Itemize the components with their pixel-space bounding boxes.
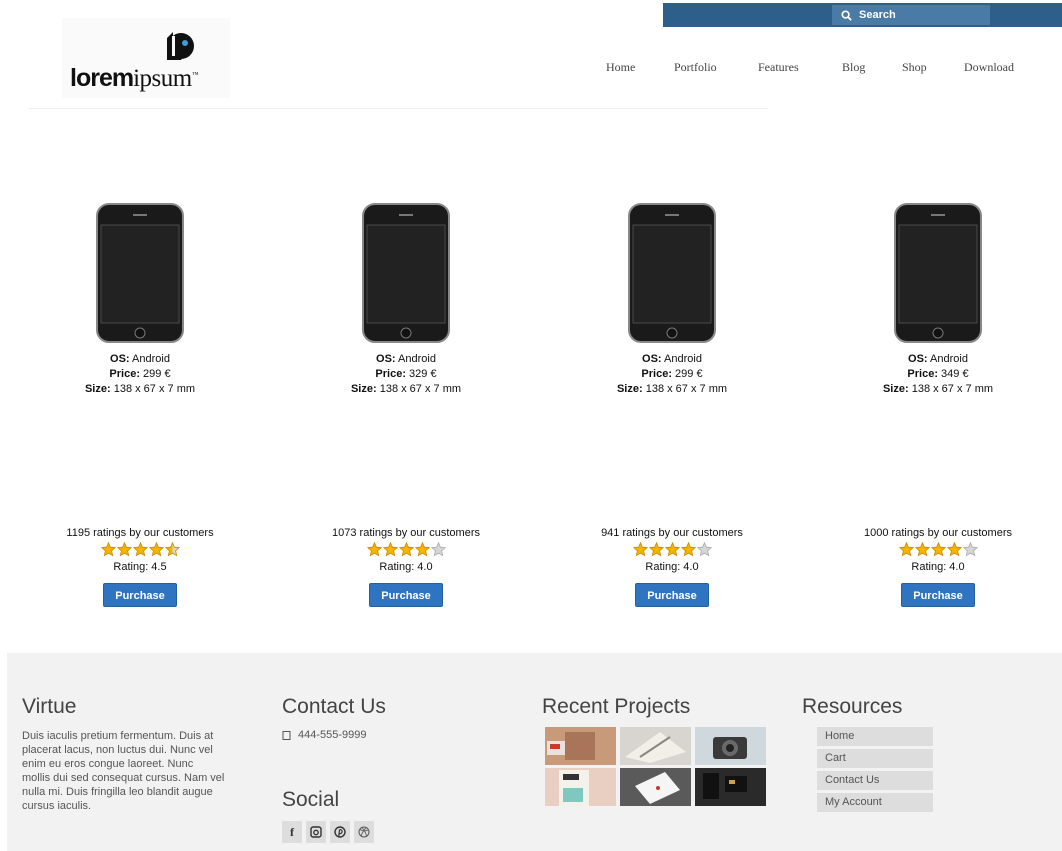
social-links: f [282, 821, 374, 843]
ratings-count: 1000 ratings by our customers [864, 527, 1012, 539]
project-thumbnail[interactable] [620, 727, 691, 765]
star-full-icon [946, 542, 962, 557]
ratings-count: 1073 ratings by our customers [332, 527, 480, 539]
star-rating [562, 542, 782, 557]
instagram-icon[interactable] [306, 821, 326, 843]
phone-image[interactable] [95, 203, 185, 343]
nav-blog[interactable]: Blog [842, 60, 865, 75]
project-thumbnail[interactable] [545, 727, 616, 765]
footer-virtue-title: Virtue [22, 695, 77, 718]
star-full-icon [116, 542, 132, 557]
product-specs: OS: Android Price: 329 € Size: 138 x 67 … [350, 353, 462, 395]
nav-home[interactable]: Home [606, 60, 635, 75]
footer-social-title: Social [282, 788, 340, 811]
rating-value: Rating: 4.5 [113, 561, 167, 573]
star-full-icon [898, 542, 914, 557]
star-full-icon [148, 542, 164, 557]
star-full-icon [664, 542, 680, 557]
resources-list: Home Cart Contact Us My Account [817, 727, 933, 815]
product-specs: OS: Android Price: 349 € Size: 138 x 67 … [882, 353, 994, 395]
star-full-icon [100, 542, 116, 557]
nav-portfolio[interactable]: Portfolio [674, 60, 717, 75]
star-half-icon [164, 542, 180, 557]
star-empty-icon [696, 542, 712, 557]
purchase-button[interactable]: Purchase [635, 583, 709, 607]
footer-resources-title: Resources [802, 695, 903, 718]
star-full-icon [632, 542, 648, 557]
contact-phone: 444-555-9999 [282, 729, 367, 741]
rating-value: Rating: 4.0 [645, 561, 699, 573]
star-full-icon [680, 542, 696, 557]
purchase-button[interactable]: Purchase [369, 583, 443, 607]
project-thumbnail[interactable] [620, 768, 691, 806]
product-rating: 941 ratings by our customers Rating: 4.0… [562, 527, 782, 607]
star-full-icon [930, 542, 946, 557]
main-nav: Home Portfolio Features Blog Shop Downlo… [0, 60, 1062, 76]
nav-features[interactable]: Features [758, 60, 799, 75]
star-full-icon [132, 542, 148, 557]
resource-link-contact[interactable]: Contact Us [817, 771, 933, 790]
footer-virtue-text: Duis iaculis pretium fermentum. Duis at … [22, 730, 225, 812]
rating-value: Rating: 4.0 [911, 561, 965, 573]
pinterest-icon[interactable] [330, 821, 350, 843]
header-divider [28, 108, 768, 109]
nav-shop[interactable]: Shop [902, 60, 927, 75]
star-rating [296, 542, 516, 557]
star-full-icon [382, 542, 398, 557]
facebook-icon[interactable]: f [282, 821, 302, 843]
purchase-button[interactable]: Purchase [103, 583, 177, 607]
footer-projects-title: Recent Projects [542, 695, 691, 718]
site-logo[interactable]: loremipsum™ [62, 18, 230, 98]
dribbble-icon[interactable] [354, 821, 374, 843]
search-icon [841, 9, 852, 21]
star-full-icon [398, 542, 414, 557]
phone-image[interactable] [893, 203, 983, 343]
rating-value: Rating: 4.0 [379, 561, 433, 573]
star-full-icon [648, 542, 664, 557]
phone-image[interactable] [627, 203, 717, 343]
star-rating [30, 542, 250, 557]
star-empty-icon [430, 542, 446, 557]
ratings-count: 1195 ratings by our customers [66, 527, 214, 539]
search-label: Search [859, 9, 896, 21]
phone-icon [282, 730, 291, 740]
star-full-icon [366, 542, 382, 557]
star-rating [828, 542, 1048, 557]
nav-download[interactable]: Download [964, 60, 1014, 75]
star-empty-icon [962, 542, 978, 557]
product-rating: 1000 ratings by our customers Rating: 4.… [828, 527, 1048, 607]
project-thumbnail[interactable] [695, 727, 766, 765]
star-full-icon [914, 542, 930, 557]
search-input[interactable]: Search [832, 5, 990, 25]
site-footer: Virtue Duis iaculis pretium fermentum. D… [7, 653, 1062, 851]
purchase-button[interactable]: Purchase [901, 583, 975, 607]
footer-contact-title: Contact Us [282, 695, 386, 718]
phone-image[interactable] [361, 203, 451, 343]
product-specs: OS: Android Price: 299 € Size: 138 x 67 … [84, 353, 196, 395]
recent-projects-grid [545, 727, 766, 806]
top-search-bar: Search [663, 3, 1062, 27]
resource-link-account[interactable]: My Account [817, 793, 933, 812]
project-thumbnail[interactable] [695, 768, 766, 806]
product-rating: 1073 ratings by our customers Rating: 4.… [296, 527, 516, 607]
product-rating: 1195 ratings by our customers Rating: 4.… [30, 527, 250, 607]
product-specs: OS: Android Price: 299 € Size: 138 x 67 … [616, 353, 728, 395]
ratings-count: 941 ratings by our customers [601, 527, 743, 539]
star-full-icon [414, 542, 430, 557]
project-thumbnail[interactable] [545, 768, 616, 806]
resource-link-home[interactable]: Home [817, 727, 933, 746]
resource-link-cart[interactable]: Cart [817, 749, 933, 768]
